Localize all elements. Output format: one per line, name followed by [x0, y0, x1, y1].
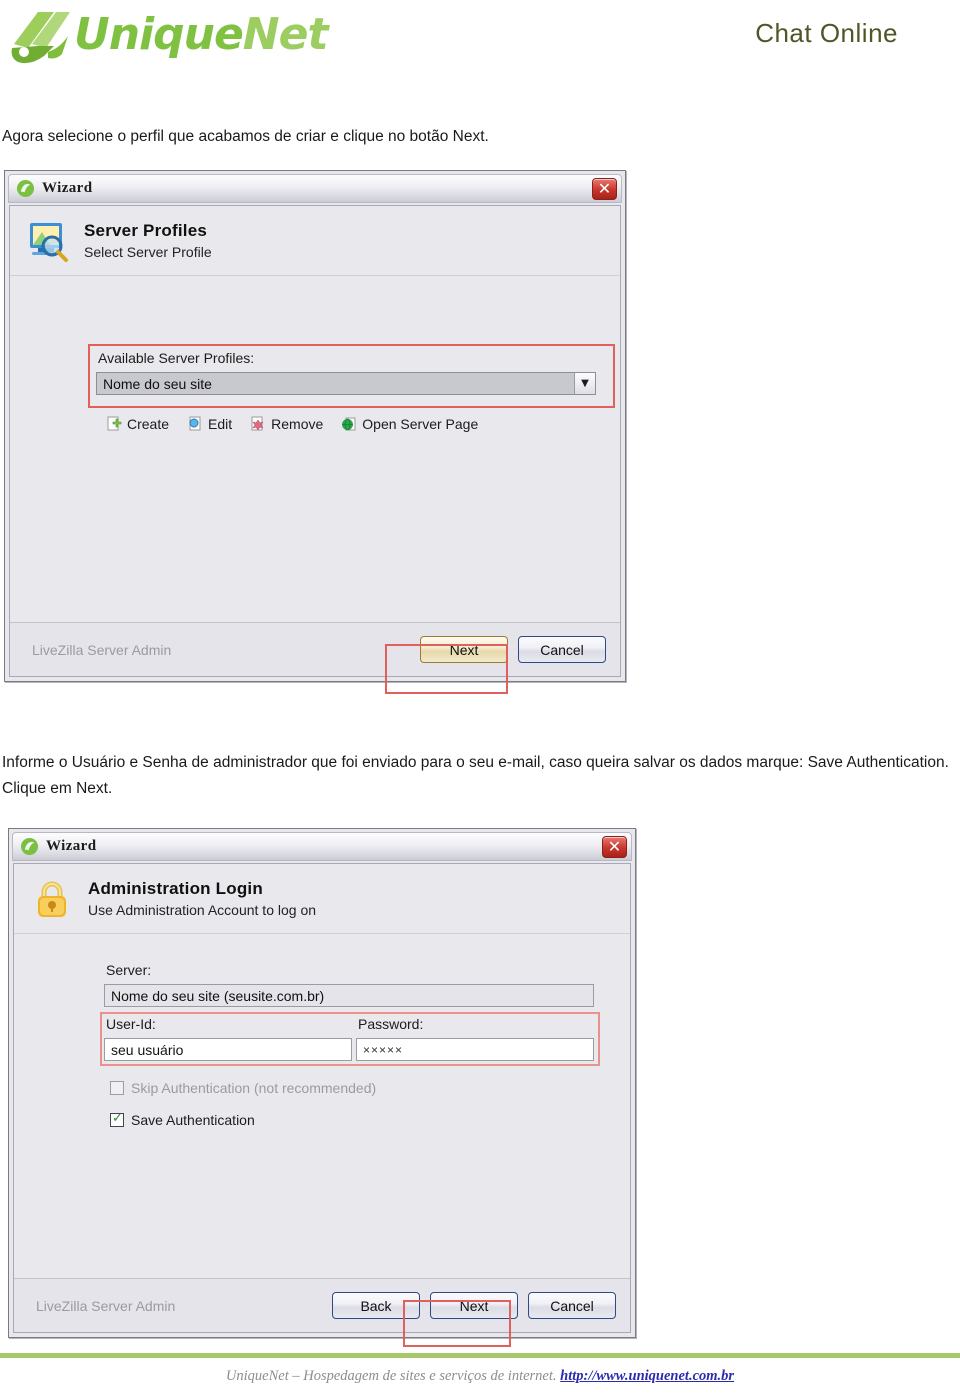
- logo-wordmark: UniqueNet: [74, 6, 328, 64]
- dialog1-header: Server Profiles Select Server Profile: [10, 206, 620, 276]
- server-profile-value: Nome do seu site: [103, 375, 212, 392]
- edit-icon: [189, 416, 201, 431]
- next-button[interactable]: Next: [430, 1292, 518, 1319]
- available-profiles-group: Available Server Profiles: Nome do seu s…: [88, 348, 608, 406]
- dialog1-footer-label: LiveZilla Server Admin: [32, 641, 172, 658]
- close-icon[interactable]: ✕: [602, 836, 627, 858]
- footer-caption: UniqueNet – Hospedagem de sites e serviç…: [225, 1368, 557, 1384]
- wizard-dialog-server-profiles: Wizard ✕ Server Profiles Select Server P…: [4, 170, 626, 694]
- save-authentication-checkbox[interactable]: [110, 1111, 124, 1127]
- edit-profile-button[interactable]: Edit: [187, 416, 232, 432]
- next-button[interactable]: Next: [420, 636, 508, 663]
- chevron-down-icon[interactable]: ▼: [574, 373, 595, 394]
- dialog1-title: Wizard: [42, 180, 93, 196]
- dialog2-title: Wizard: [46, 838, 97, 854]
- edit-label: Edit: [208, 416, 233, 432]
- dialog1-titlebar[interactable]: Wizard ✕: [8, 174, 622, 203]
- server-value: Nome do seu site (seusite.com.br): [111, 987, 325, 1004]
- available-profiles-label: Available Server Profiles:: [98, 350, 255, 366]
- dialog2-footer-label: LiveZilla Server Admin: [36, 1297, 176, 1314]
- dialog1-header-title: Server Profiles: [84, 221, 208, 240]
- create-icon: [107, 416, 122, 431]
- dialog1-footer-buttons: Next Cancel: [420, 623, 606, 676]
- wizard-app-icon: [16, 179, 35, 198]
- dialog2-header-title: Administration Login: [88, 879, 263, 898]
- wizard-app-icon: [20, 837, 39, 856]
- dialog1-header-subtitle: Select Server Profile: [84, 244, 212, 260]
- page-title: Chat Online: [755, 18, 898, 48]
- dialog2-header: Administration Login Use Administration …: [14, 864, 630, 934]
- logo-text-unique: Unique: [74, 9, 244, 60]
- dialog2-footer-buttons: Back Next Cancel: [332, 1279, 616, 1332]
- cancel-button[interactable]: Cancel: [518, 636, 606, 663]
- server-field[interactable]: Nome do seu site (seusite.com.br): [104, 984, 594, 1007]
- footer-link[interactable]: http://www.uniquenet.com.br: [560, 1368, 734, 1384]
- logo-text-net: Net: [242, 9, 329, 60]
- password-value: ×××××: [363, 1042, 404, 1057]
- save-authentication-label: Save Authentication: [131, 1112, 255, 1128]
- dialog2-footer: LiveZilla Server Admin Back Next Cancel: [14, 1278, 630, 1332]
- remove-icon: [251, 416, 264, 431]
- skip-authentication-checkbox[interactable]: [110, 1081, 124, 1095]
- server-label: Server:: [106, 962, 152, 978]
- dialog2-header-subtitle: Use Administration Account to log on: [88, 902, 317, 918]
- password-label: Password:: [358, 1016, 424, 1032]
- wizard-dialog-administration-login: Wizard ✕ Administration Login Use Admini…: [8, 828, 636, 1347]
- dialog2-client-area: Administration Login Use Administration …: [13, 863, 631, 1347]
- create-label: Create: [127, 416, 170, 432]
- dialog2-titlebar[interactable]: Wizard ✕: [12, 832, 632, 861]
- profile-toolbar: Create Edit Remove Open Server Page: [106, 416, 478, 432]
- instruction-paragraph-1: Agora selecione o perfil que acabamos de…: [2, 128, 489, 145]
- footer-text: UniqueNet – Hospedagem de sites e serviç…: [0, 1368, 960, 1385]
- logo-mark-icon: [11, 12, 70, 64]
- open-server-page-button[interactable]: Open Server Page: [341, 416, 478, 432]
- close-icon[interactable]: ✕: [592, 178, 617, 200]
- password-field[interactable]: ×××××: [356, 1038, 594, 1061]
- save-authentication-row[interactable]: Save Authentication: [110, 1111, 255, 1128]
- page-header: UniqueNet Chat Online: [0, 0, 960, 90]
- userid-label: User-Id:: [106, 1016, 156, 1032]
- create-profile-button[interactable]: Create: [106, 416, 169, 432]
- skip-authentication-row[interactable]: Skip Authentication (not recommended): [110, 1080, 376, 1096]
- userid-value: seu usuário: [111, 1041, 184, 1058]
- server-profile-combobox[interactable]: Nome do seu site ▼: [96, 372, 596, 395]
- open-server-page-label: Open Server Page: [362, 416, 479, 432]
- footer-divider: [0, 1353, 960, 1358]
- padlock-icon: [38, 881, 66, 917]
- dialog1-footer: LiveZilla Server Admin Next Cancel: [10, 622, 620, 676]
- skip-authentication-label: Skip Authentication (not recommended): [131, 1080, 377, 1096]
- cancel-button[interactable]: Cancel: [528, 1292, 616, 1319]
- remove-profile-button[interactable]: Remove: [250, 416, 323, 432]
- back-button[interactable]: Back: [332, 1292, 420, 1319]
- globe-icon: [342, 417, 356, 431]
- uniquenet-logo: UniqueNet: [8, 6, 358, 68]
- server-profiles-icon: [30, 222, 68, 262]
- instruction-paragraph-2: Informe o Usuário e Senha de administrad…: [2, 754, 949, 797]
- userid-field[interactable]: seu usuário: [104, 1038, 352, 1061]
- dialog1-client-area: Server Profiles Select Server Profile Av…: [9, 205, 621, 694]
- remove-label: Remove: [271, 416, 324, 432]
